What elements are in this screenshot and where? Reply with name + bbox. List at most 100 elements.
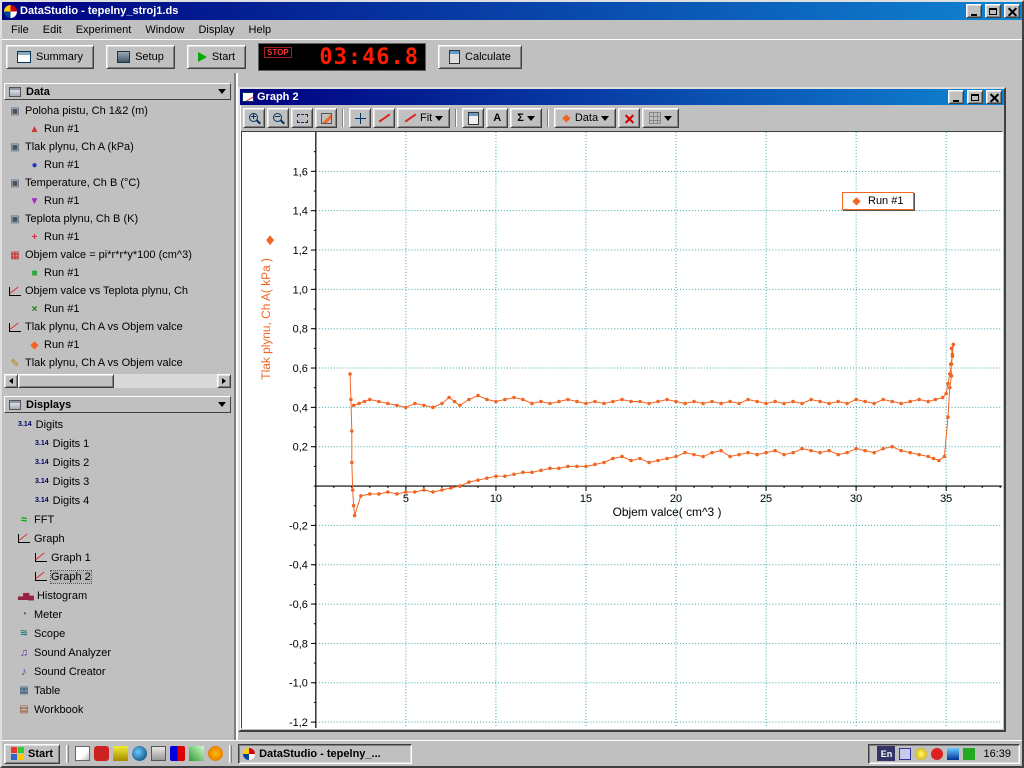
display-item-workbook[interactable]: ▤ Workbook bbox=[4, 700, 231, 719]
text-tool-button[interactable]: A bbox=[486, 108, 508, 128]
display-item-sound-analyzer[interactable]: ♫ Sound Analyzer bbox=[4, 643, 231, 662]
data-item-objem-vs-teplota[interactable]: Objem valce vs Teplota plynu, Ch bbox=[4, 282, 231, 300]
data-item-objem-valce[interactable]: ▦ Objem valce = pi*r*r*y*100 (cm^3) bbox=[4, 246, 231, 264]
run-item[interactable]: + Run #1 bbox=[4, 228, 231, 246]
chevron-down-icon[interactable] bbox=[218, 402, 226, 407]
statistics-button[interactable]: Σ bbox=[510, 108, 542, 128]
taskbar-grip bbox=[229, 745, 232, 763]
data-menu-button[interactable]: ◆ Data bbox=[554, 108, 616, 128]
display-item-meter[interactable]: ◔ Meter bbox=[4, 605, 231, 624]
run-item[interactable]: ▲ Run #1 bbox=[4, 120, 231, 138]
menu-help[interactable]: Help bbox=[242, 22, 279, 38]
quicklaunch-icon-3[interactable] bbox=[113, 746, 128, 761]
data-item-tlak-vs-objem-2[interactable]: ✎ Tlak plynu, Ch A vs Objem valce bbox=[4, 354, 231, 372]
run-item[interactable]: ▼ Run #1 bbox=[4, 192, 231, 210]
quicklaunch-icon-4[interactable] bbox=[132, 746, 147, 761]
svg-text:-1,2: -1,2 bbox=[289, 717, 308, 728]
language-indicator[interactable]: En bbox=[877, 746, 895, 761]
start-button[interactable]: Start bbox=[187, 45, 246, 69]
menu-display[interactable]: Display bbox=[191, 22, 241, 38]
display-item-graph[interactable]: Graph bbox=[4, 529, 231, 548]
minimize-button[interactable] bbox=[966, 4, 982, 18]
close-button[interactable] bbox=[1004, 4, 1020, 18]
zoom-select-button[interactable] bbox=[291, 108, 313, 128]
task-button-datastudio[interactable]: DataStudio - tepelny_... bbox=[238, 744, 412, 764]
scroll-left-button[interactable] bbox=[4, 374, 18, 388]
network-tray-icon[interactable] bbox=[963, 748, 975, 760]
quicklaunch-icon-7[interactable] bbox=[189, 746, 204, 761]
graph-titlebar[interactable]: Graph 2 bbox=[240, 89, 1004, 105]
quicklaunch-icon-2[interactable] bbox=[94, 746, 109, 761]
graph-calculator-button[interactable] bbox=[462, 108, 484, 128]
keyboard-tray-icon[interactable] bbox=[899, 748, 911, 760]
chevron-down-icon[interactable] bbox=[218, 89, 226, 94]
menu-window[interactable]: Window bbox=[138, 22, 191, 38]
quicklaunch-icon-6[interactable] bbox=[170, 746, 185, 761]
axis-settings-button[interactable] bbox=[642, 108, 679, 128]
slope-tool-icon bbox=[378, 113, 390, 122]
displays-panel-header[interactable]: Displays bbox=[4, 396, 231, 413]
menu-experiment[interactable]: Experiment bbox=[69, 22, 139, 38]
display-item-sound-creator[interactable]: ♪ Sound Creator bbox=[4, 662, 231, 681]
summary-button[interactable]: Summary bbox=[6, 45, 94, 69]
app-titlebar[interactable]: DataStudio - tepelny_stroj1.ds bbox=[2, 2, 1022, 20]
data-item-poloha-pistu[interactable]: ▣ Poloha pistu, Ch 1&2 (m) bbox=[4, 102, 231, 120]
display-item-scope[interactable]: ≋ Scope bbox=[4, 624, 231, 643]
run-item[interactable]: × Run #1 bbox=[4, 300, 231, 318]
svg-text:0,4: 0,4 bbox=[293, 402, 308, 414]
data-item-teplota-plynu[interactable]: ▣ Teplota plynu, Ch B (K) bbox=[4, 210, 231, 228]
slope-tool-button[interactable] bbox=[373, 108, 395, 128]
graph-minimize-button[interactable] bbox=[948, 90, 964, 104]
start-menu-button[interactable]: Start bbox=[4, 744, 60, 764]
remove-button[interactable] bbox=[618, 108, 640, 128]
quicklaunch-icon-8[interactable] bbox=[208, 746, 223, 761]
legend[interactable]: ◆ Run #1 bbox=[842, 192, 914, 210]
display-tray-icon[interactable] bbox=[947, 748, 959, 760]
display-item-fft[interactable]: ≈ FFT bbox=[4, 510, 231, 529]
smart-tool-button[interactable] bbox=[349, 108, 371, 128]
scroll-track[interactable] bbox=[18, 374, 217, 388]
data-panel-hscrollbar[interactable] bbox=[4, 374, 231, 388]
sound-creator-icon: ♪ bbox=[18, 666, 30, 678]
chart-svg: 1,61,41,21,00,80,60,40,2-0,2-0,4-0,6-0,8… bbox=[242, 132, 1002, 728]
displays-panel-icon bbox=[9, 400, 21, 410]
zoom-in-button[interactable] bbox=[243, 108, 265, 128]
maximize-button[interactable] bbox=[985, 4, 1001, 18]
volume-tray-icon[interactable] bbox=[915, 748, 927, 760]
statistics-icon: Σ bbox=[517, 112, 524, 124]
run-item[interactable]: ● Run #1 bbox=[4, 156, 231, 174]
run-marker-icon: × bbox=[29, 304, 40, 315]
display-item-graph-1[interactable]: Graph 1 bbox=[4, 548, 231, 567]
display-item-digits-1[interactable]: 3.14 Digits 1 bbox=[4, 434, 231, 453]
data-panel-header[interactable]: Data bbox=[4, 83, 231, 100]
plot-area[interactable]: 1,61,41,21,00,80,60,40,2-0,2-0,4-0,6-0,8… bbox=[241, 131, 1003, 729]
menu-file[interactable]: File bbox=[4, 22, 36, 38]
taskbar-clock[interactable]: 16:39 bbox=[983, 748, 1011, 760]
data-item-tlak-vs-objem[interactable]: Tlak plynu, Ch A vs Objem valce bbox=[4, 318, 231, 336]
setup-button[interactable]: Setup bbox=[106, 45, 175, 69]
scroll-thumb[interactable] bbox=[18, 374, 114, 388]
display-item-graph-2[interactable]: Graph 2 bbox=[4, 567, 231, 586]
display-item-digits-4[interactable]: 3.14 Digits 4 bbox=[4, 491, 231, 510]
display-item-histogram[interactable]: ▃▆▄ Histogram bbox=[4, 586, 231, 605]
graph-close-button[interactable] bbox=[986, 90, 1002, 104]
scale-to-fit-button[interactable] bbox=[315, 108, 337, 128]
menu-edit[interactable]: Edit bbox=[36, 22, 69, 38]
quicklaunch-icon-1[interactable] bbox=[75, 746, 90, 761]
quicklaunch-icon-5[interactable] bbox=[151, 746, 166, 761]
data-item-temperature[interactable]: ▣ Temperature, Ch B (°C) bbox=[4, 174, 231, 192]
run-item[interactable]: ■ Run #1 bbox=[4, 264, 231, 282]
run-item[interactable]: ◆ Run #1 bbox=[4, 336, 231, 354]
display-item-digits[interactable]: 3.14 Digits bbox=[4, 415, 231, 434]
antivirus-tray-icon[interactable] bbox=[931, 748, 943, 760]
display-item-digits-2[interactable]: 3.14 Digits 2 bbox=[4, 453, 231, 472]
zoom-out-button[interactable] bbox=[267, 108, 289, 128]
system-tray: En 16:39 bbox=[868, 744, 1020, 764]
graph-maximize-button[interactable] bbox=[967, 90, 983, 104]
data-item-tlak-plynu[interactable]: ▣ Tlak plynu, Ch A (kPa) bbox=[4, 138, 231, 156]
fit-menu-button[interactable]: Fit bbox=[397, 108, 450, 128]
calculate-button[interactable]: Calculate bbox=[438, 45, 522, 69]
scroll-right-button[interactable] bbox=[217, 374, 231, 388]
display-item-digits-3[interactable]: 3.14 Digits 3 bbox=[4, 472, 231, 491]
display-item-table[interactable]: ▦ Table bbox=[4, 681, 231, 700]
